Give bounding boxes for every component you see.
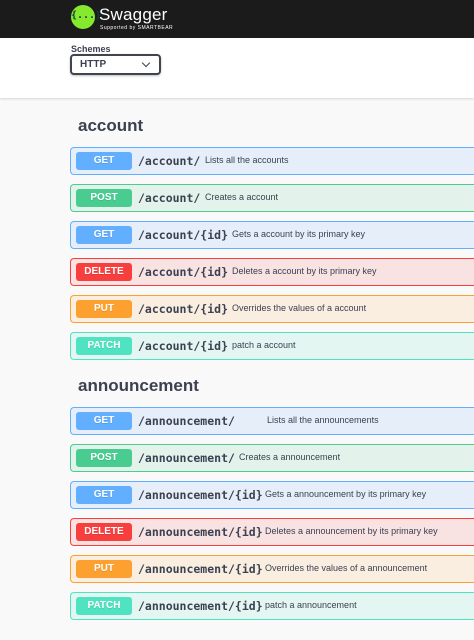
logo-icon-glyph: {...} [71,10,102,21]
method-badge: GET [76,412,132,430]
operation-description: Lists all the accounts [205,155,289,165]
section-title-account[interactable]: account [78,116,143,136]
top-bar: {...} Swagger Supported by SMARTBEAR [0,0,474,38]
operation-description: Creates a announcement [239,452,341,462]
operation-description: Creates a account [205,192,279,202]
operation-path: /announcement/{id} [138,599,263,613]
operation-row[interactable]: GET /account/ Lists all the accounts [70,147,474,175]
operation-description: Gets a announcement by its primary key [265,489,427,499]
operation-description: Deletes a account by its primary key [232,266,377,276]
method-badge: DELETE [76,263,132,281]
operation-row[interactable]: PATCH /account/{id} patch a account [70,332,474,360]
operation-row[interactable]: GET /account/{id} Gets a account by its … [70,221,474,249]
method-badge: GET [76,486,132,504]
method-badge: PUT [76,300,132,318]
operation-row[interactable]: DELETE /announcement/{id} Deletes a anno… [70,518,474,546]
method-badge: DELETE [76,523,132,541]
operation-description: Overrides the values of a announcement [265,563,428,573]
schemes-selected-value: HTTP [80,59,107,70]
operation-row[interactable]: GET /announcement/ Lists all the announc… [70,407,474,435]
schemes-bar: Schemes HTTP [0,38,474,98]
logo-subtitle: Supported by SMARTBEAR [100,25,174,31]
logo-text[interactable]: Swagger [99,5,168,25]
operation-row[interactable]: PATCH /announcement/{id} patch a announc… [70,592,474,620]
method-badge: PATCH [76,597,132,615]
operation-path: /account/ [138,154,201,168]
operation-description: patch a account [232,340,296,350]
operation-path: /announcement/{id} [138,562,263,576]
operation-path: /announcement/{id} [138,488,263,502]
operation-path: /announcement/ [138,414,235,428]
operation-row[interactable]: GET /announcement/{id} Gets a announceme… [70,481,474,509]
operation-path: /account/{id} [138,228,229,242]
operation-path: /account/{id} [138,265,229,279]
schemes-label: Schemes [71,44,111,54]
operation-row[interactable]: PUT /account/{id} Overrides the values o… [70,295,474,323]
chevron-down-icon [141,58,151,68]
method-badge: POST [76,449,132,467]
operation-row[interactable]: POST /announcement/ Creates a announceme… [70,444,474,472]
method-badge: GET [76,226,132,244]
method-badge: POST [76,189,132,207]
operation-path: /account/{id} [138,302,229,316]
operation-description: Gets a account by its primary key [232,229,366,239]
operation-path: /account/{id} [138,339,229,353]
operation-description: Lists all the announcements [267,415,379,425]
operation-description: Deletes a announcement by its primary ke… [265,526,438,536]
operation-row[interactable]: PUT /announcement/{id} Overrides the val… [70,555,474,583]
method-badge: PATCH [76,337,132,355]
swagger-logo-icon[interactable]: {...} [71,5,102,29]
operation-path: /announcement/{id} [138,525,263,539]
operation-description: Overrides the values of a account [232,303,367,313]
method-badge: PUT [76,560,132,578]
operation-path: /account/ [138,191,201,205]
operation-row[interactable]: DELETE /account/{id} Deletes a account b… [70,258,474,286]
operation-description: patch a announcement [265,600,357,610]
section-title-announcement[interactable]: announcement [78,376,199,396]
schemes-select[interactable]: HTTP [70,54,161,75]
operation-row[interactable]: POST /account/ Creates a account [70,184,474,212]
operation-path: /announcement/ [138,451,235,465]
method-badge: GET [76,152,132,170]
